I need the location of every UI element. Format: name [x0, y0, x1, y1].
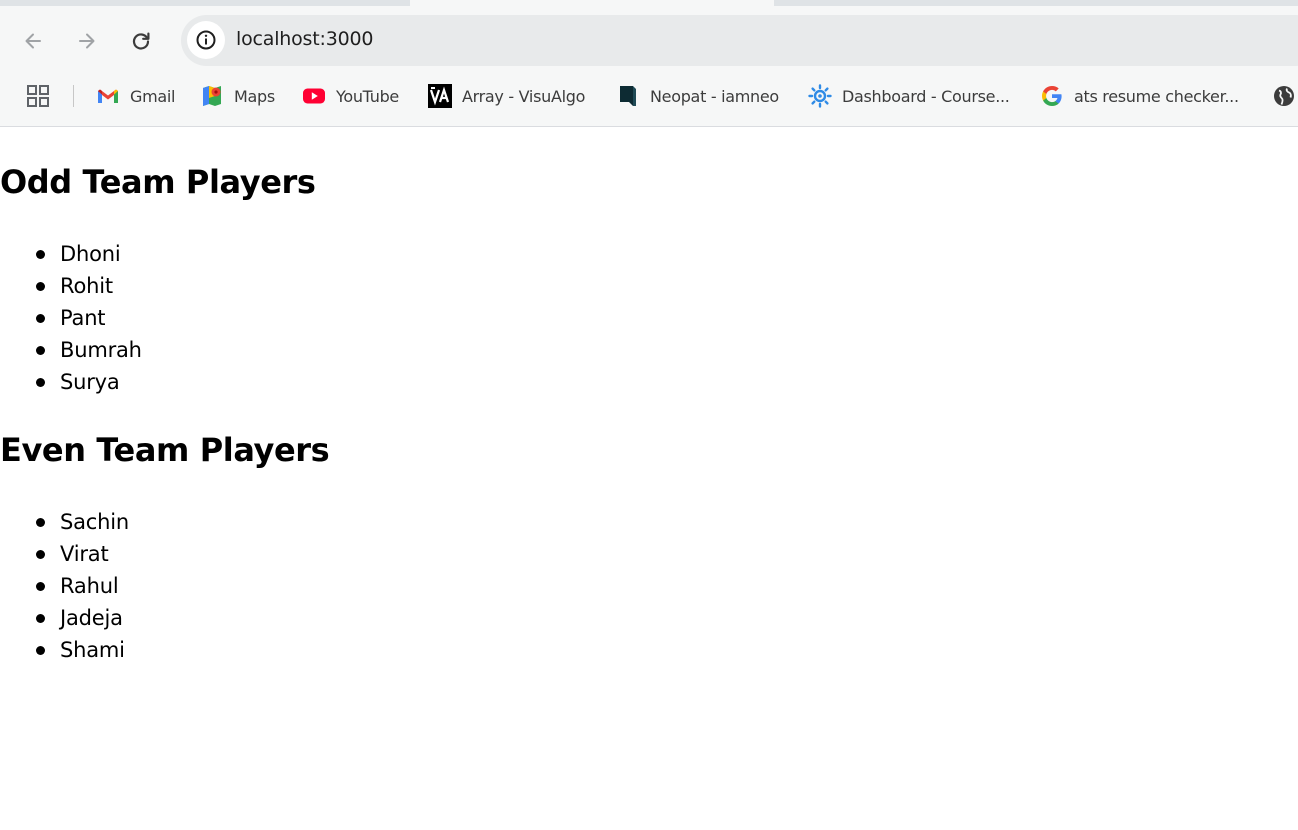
odd-team-heading: Odd Team Players [0, 163, 316, 201]
youtube-icon [302, 84, 326, 108]
even-team-heading: Even Team Players [0, 431, 330, 469]
gmail-icon [96, 84, 120, 108]
page-content: Odd Team Players Dhoni Rohit Pant Bumrah… [0, 127, 1298, 830]
list-item: Surya [36, 366, 142, 398]
bookmark-label: Array - VisuAlgo [462, 86, 586, 106]
info-icon [196, 30, 216, 50]
list-item: Shami [36, 634, 129, 666]
list-item: Rahul [36, 570, 129, 602]
maps-icon [200, 84, 224, 108]
bookmark-label: ats resume checker... [1074, 86, 1239, 106]
bookmark-label: Gmail [130, 86, 176, 106]
neopat-icon [616, 84, 640, 108]
bookmark-youtube[interactable]: YouTube [302, 78, 399, 114]
even-team-list: Sachin Virat Rahul Jadeja Shami [0, 506, 129, 666]
google-icon [1040, 84, 1064, 108]
arrow-left-icon [25, 33, 41, 49]
back-button[interactable] [16, 24, 50, 58]
bookmark-label: Dashboard - Course... [842, 86, 1010, 106]
list-item: Pant [36, 302, 142, 334]
apps-grid-icon[interactable] [26, 84, 50, 108]
url-text[interactable]: localhost:3000 [236, 28, 373, 50]
bookmark-label: Neopat - iamneo [650, 86, 779, 106]
site-info-button[interactable] [187, 21, 225, 59]
list-item: Jadeja [36, 602, 129, 634]
address-bar[interactable]: localhost:3000 [181, 15, 1298, 66]
list-item: Sachin [36, 506, 129, 538]
list-item: Virat [36, 538, 129, 570]
list-item: Bumrah [36, 334, 142, 366]
list-item: Dhoni [36, 238, 142, 270]
bookmark-ats-resume[interactable]: ats resume checker... [1040, 78, 1239, 114]
browser-chrome: localhost:3000 Gmail Maps YouTube Array … [0, 0, 1298, 127]
bookmark-label: Maps [234, 86, 275, 106]
bookmarks-separator [73, 85, 74, 107]
visualgo-icon [428, 84, 452, 108]
forward-button[interactable] [70, 24, 104, 58]
active-tab[interactable] [410, 0, 774, 6]
dashboard-gear-icon [808, 84, 832, 108]
arrow-right-icon [79, 33, 95, 49]
odd-team-list: Dhoni Rohit Pant Bumrah Surya [0, 238, 142, 398]
globe-icon[interactable] [1272, 84, 1296, 108]
bookmark-gmail[interactable]: Gmail [96, 78, 175, 114]
reload-icon [132, 32, 150, 50]
reload-button[interactable] [124, 24, 158, 58]
bookmark-label: YouTube [336, 86, 399, 106]
bookmark-dashboard[interactable]: Dashboard - Course... [808, 78, 1010, 114]
bookmark-maps[interactable]: Maps [200, 78, 275, 114]
tab-strip [0, 0, 1298, 6]
bookmark-visualgo[interactable]: Array - VisuAlgo [428, 78, 585, 114]
bookmark-neopat[interactable]: Neopat - iamneo [616, 78, 779, 114]
list-item: Rohit [36, 270, 142, 302]
bookmarks-bar: Gmail Maps YouTube Array - VisuAlgo Neop… [0, 78, 1298, 114]
